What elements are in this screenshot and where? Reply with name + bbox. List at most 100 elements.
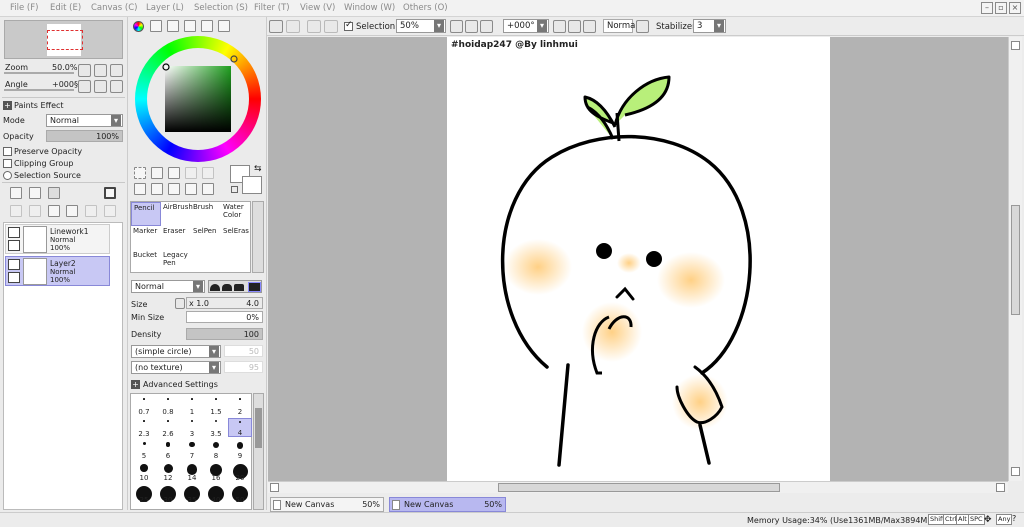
tool-eraser[interactable]: Eraser bbox=[161, 226, 191, 250]
minimize-button[interactable]: – bbox=[981, 2, 993, 14]
brush-size-preset[interactable]: 4 bbox=[228, 418, 252, 437]
brush-size-preset[interactable]: 3 bbox=[180, 418, 204, 438]
texture-value[interactable]: 95 bbox=[224, 361, 263, 373]
rotate-reset-button[interactable] bbox=[110, 80, 123, 93]
density-slider[interactable]: 100 bbox=[186, 328, 263, 340]
brush-size-preset[interactable]: 30 bbox=[156, 484, 180, 504]
tool-brush[interactable]: Brush bbox=[191, 202, 221, 226]
new-folder-icon[interactable] bbox=[48, 187, 60, 199]
clear-layer-icon[interactable] bbox=[48, 205, 60, 217]
deselect-button[interactable] bbox=[307, 20, 321, 33]
zoom-icon[interactable] bbox=[151, 183, 163, 195]
hsv-slider-icon[interactable] bbox=[167, 20, 179, 32]
eyedropper-icon[interactable] bbox=[202, 183, 214, 195]
tool-scrollbar[interactable] bbox=[252, 201, 264, 273]
horizontal-scrollbar[interactable] bbox=[268, 481, 1008, 493]
menu-selection[interactable]: Selection (S) bbox=[194, 3, 248, 13]
brush-size-preset[interactable]: 2 bbox=[228, 396, 252, 416]
size-value[interactable]: 4.0 bbox=[186, 297, 263, 309]
brush-size-preset[interactable]: 25 bbox=[132, 484, 156, 504]
tool-airbrush[interactable]: AirBrush bbox=[161, 202, 193, 226]
brush-size-preset[interactable]: 20 bbox=[228, 462, 252, 482]
tool-legacy-pen[interactable]: Legacy Pen bbox=[161, 250, 191, 274]
stabilizer-select[interactable]: 3 bbox=[693, 19, 726, 33]
brush-size-preset[interactable]: 2.6 bbox=[156, 418, 180, 438]
brush-shape-select[interactable]: (simple circle) bbox=[131, 345, 221, 358]
eye-icon[interactable] bbox=[8, 227, 20, 238]
rgb-slider-icon[interactable] bbox=[150, 20, 162, 32]
texture-select[interactable]: (no texture) bbox=[131, 361, 221, 374]
tool-selpen[interactable]: SelPen bbox=[191, 226, 221, 250]
swap-colors-icon[interactable]: ⇆ bbox=[254, 164, 262, 174]
brush-size-preset[interactable]: 9 bbox=[228, 440, 252, 460]
rotate-icon[interactable] bbox=[168, 183, 180, 195]
selection-checkbox[interactable]: ✓ bbox=[344, 20, 353, 31]
menu-window[interactable]: Window (W) bbox=[344, 3, 395, 13]
color-mixer-icon[interactable] bbox=[184, 20, 196, 32]
brush-size-preset[interactable]: 8 bbox=[204, 440, 228, 460]
rotate-right-button[interactable] bbox=[568, 20, 581, 33]
angle-slider[interactable] bbox=[4, 89, 74, 91]
tool-watercolor[interactable]: Water Color bbox=[221, 202, 249, 226]
canvas-tab-active[interactable]: New Canvas 50% bbox=[389, 497, 506, 512]
expand-icon[interactable]: + bbox=[131, 380, 140, 389]
restore-button[interactable]: ▫ bbox=[995, 2, 1007, 14]
zoom-slider[interactable] bbox=[4, 72, 74, 74]
zoom-in-button[interactable] bbox=[465, 20, 478, 33]
brush-size-preset[interactable]: 14 bbox=[180, 462, 204, 482]
background-color[interactable] bbox=[242, 176, 262, 194]
transparent-color-icon[interactable] bbox=[231, 186, 238, 193]
lock-icon[interactable] bbox=[8, 240, 20, 251]
scratchpad-icon[interactable] bbox=[218, 20, 230, 32]
zoom-select[interactable]: 50% bbox=[396, 19, 446, 33]
expand-icon[interactable]: + bbox=[3, 101, 12, 110]
brush-size-preset[interactable]: 35 bbox=[180, 484, 204, 504]
eye-icon[interactable] bbox=[8, 259, 20, 270]
menu-others[interactable]: Others (O) bbox=[403, 3, 448, 13]
layer-row-selected[interactable]: Layer2 Normal 100% bbox=[5, 256, 110, 286]
tool-pencil[interactable]: Pencil bbox=[131, 202, 161, 226]
brush-size-preset[interactable]: 5 bbox=[132, 440, 156, 460]
brush-size-preset[interactable]: 0.7 bbox=[132, 396, 156, 416]
tool-seleras[interactable]: SelEras bbox=[221, 226, 249, 250]
zoom-reset-button[interactable] bbox=[480, 20, 493, 33]
brush-size-preset[interactable]: 1.5 bbox=[204, 396, 228, 416]
vertical-scrollbar[interactable] bbox=[1008, 37, 1022, 481]
zoom-out-button[interactable] bbox=[450, 20, 463, 33]
brush-size-preset[interactable]: 50 bbox=[228, 484, 252, 504]
brush-size-preset[interactable]: 1 bbox=[180, 396, 204, 416]
angle-select[interactable]: +000° bbox=[503, 19, 549, 33]
rotate-right-button[interactable] bbox=[94, 80, 107, 93]
navigator-preview[interactable] bbox=[4, 20, 123, 59]
magic-wand-icon[interactable] bbox=[168, 167, 180, 179]
zoom-reset-button[interactable] bbox=[110, 64, 123, 77]
pen-icon[interactable] bbox=[8, 272, 20, 283]
layer-property-icon[interactable] bbox=[104, 205, 116, 217]
advanced-settings-label[interactable]: Advanced Settings bbox=[143, 380, 218, 389]
invert-selection-button[interactable] bbox=[324, 20, 338, 33]
brush-size-preset[interactable]: 16 bbox=[204, 462, 228, 482]
brush-size-preset[interactable]: 12 bbox=[156, 462, 180, 482]
blend-mode-display[interactable]: Normal bbox=[603, 19, 638, 33]
min-size-slider[interactable]: 0% bbox=[186, 311, 263, 323]
preserve-opacity-checkbox[interactable] bbox=[3, 147, 12, 156]
move-icon[interactable] bbox=[134, 183, 146, 195]
brush-size-preset[interactable]: 7 bbox=[180, 440, 204, 460]
tool-bucket[interactable]: Bucket bbox=[131, 250, 161, 274]
clipping-group-checkbox[interactable] bbox=[3, 159, 12, 168]
flip-horizontal-button[interactable] bbox=[636, 20, 649, 33]
menu-canvas[interactable]: Canvas (C) bbox=[91, 3, 137, 13]
close-button[interactable]: × bbox=[1009, 2, 1021, 14]
brush-shape-buttons[interactable] bbox=[208, 280, 262, 293]
delete-layer-icon[interactable] bbox=[66, 205, 78, 217]
selection-source-radio[interactable] bbox=[3, 171, 12, 180]
brush-size-preset[interactable]: 2.3 bbox=[132, 418, 156, 438]
layer-row[interactable]: Linework1 Normal 100% bbox=[5, 224, 110, 254]
brush-blend-select[interactable]: Normal bbox=[131, 280, 205, 293]
mode-select[interactable]: Normal bbox=[46, 114, 123, 127]
transfer-down-icon[interactable] bbox=[10, 205, 22, 217]
tool-marker[interactable]: Marker bbox=[131, 226, 161, 250]
color-wheel-icon[interactable] bbox=[133, 21, 144, 32]
rotate-left-button[interactable] bbox=[553, 20, 566, 33]
layer-mask-icon[interactable] bbox=[104, 187, 116, 199]
